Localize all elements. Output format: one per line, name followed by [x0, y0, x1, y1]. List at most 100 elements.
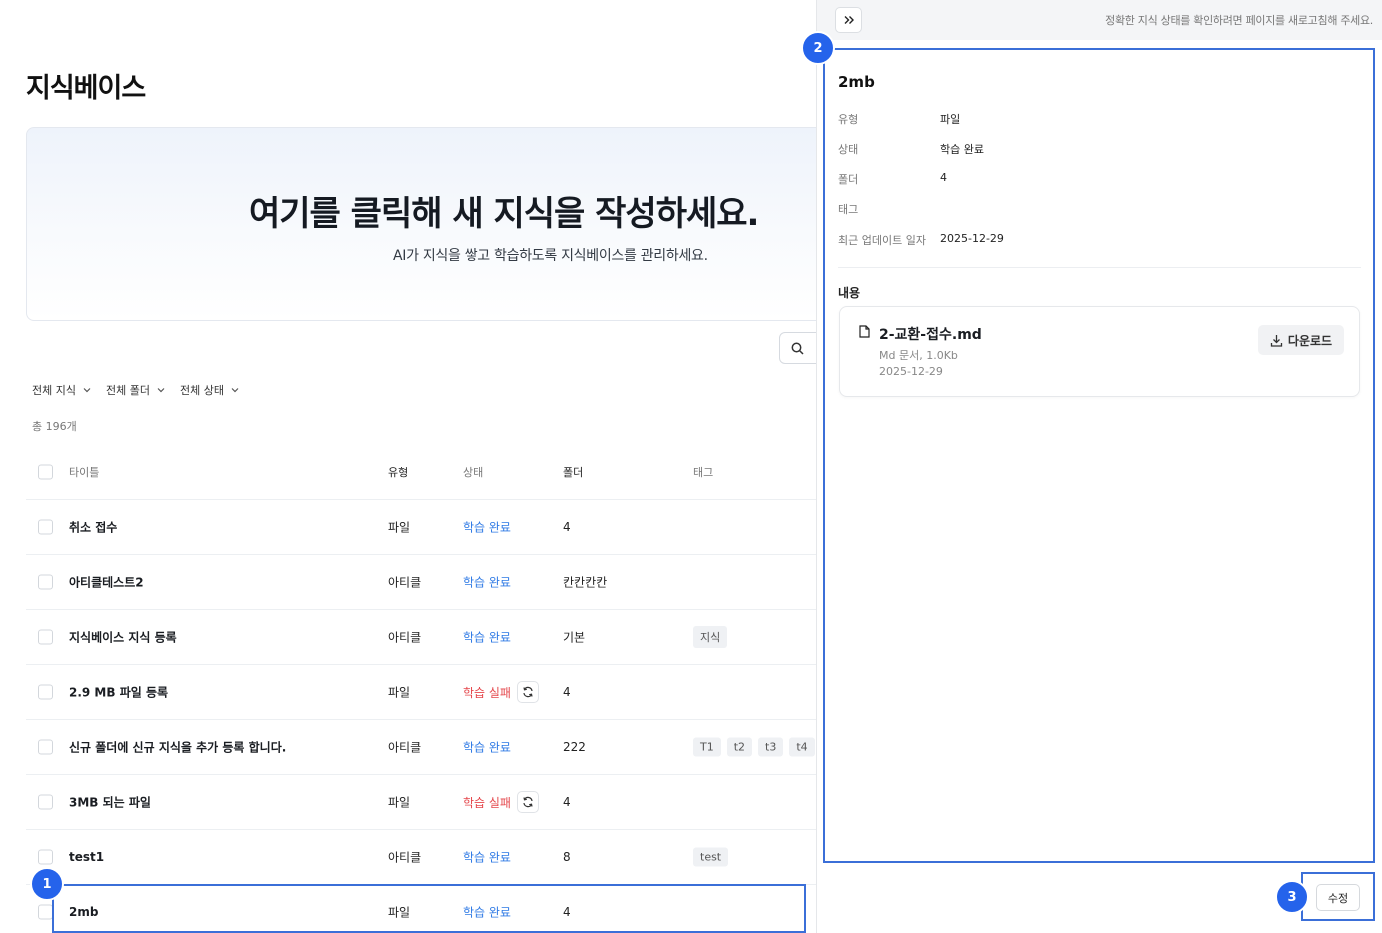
knowledge-table: 타이틀 유형 상태 폴더 태그 취소 접수 파일 학습 완료 4 아티클테스트2 아티클 학…	[26, 445, 816, 933]
file-meta: Md 문서, 1.0Kb	[879, 349, 958, 362]
tag-chip: t4	[789, 737, 815, 757]
content-label: 내용	[838, 286, 861, 300]
meta-folder-label: 폴더	[838, 173, 859, 186]
row-type: 파일	[388, 520, 411, 535]
collapse-panel-button[interactable]	[835, 7, 862, 33]
row-status: 학습 완료	[463, 574, 511, 591]
retry-button[interactable]	[516, 681, 539, 703]
row-title: 신규 폴더에 신규 지식을 추가 등록 합니다.	[69, 740, 287, 755]
row-status: 학습 완료	[463, 519, 511, 536]
status-text: 학습 완료	[463, 630, 511, 645]
refresh-icon	[523, 796, 533, 808]
filter-label: 전체 폴더	[105, 384, 150, 397]
row-folder: 8	[563, 850, 571, 864]
table-row[interactable]: 3MB 되는 파일 파일 학습 실패 4	[26, 775, 816, 830]
header-tags: 태그	[693, 466, 714, 479]
row-checkbox[interactable]	[38, 629, 53, 645]
detail-title: 2mb	[838, 73, 875, 91]
edit-button[interactable]: 수정	[1316, 884, 1360, 911]
row-status: 학습 실패	[463, 791, 539, 813]
row-title: test1	[69, 850, 105, 864]
step-marker-2: 2	[801, 31, 835, 65]
tag-chip: t3	[758, 737, 784, 757]
meta-folder-value: 4	[940, 171, 947, 184]
filter-label: 전체 지식	[32, 384, 76, 397]
header-type: 유형	[388, 466, 409, 479]
row-tags: test	[693, 847, 729, 867]
filter-label: 전체 상태	[179, 384, 224, 397]
download-icon	[1270, 334, 1283, 347]
meta-type-value: 파일	[940, 113, 961, 126]
download-button[interactable]: 다운로드	[1258, 325, 1344, 355]
meta-updated-value: 2025-12-29	[940, 232, 1004, 245]
table-row[interactable]: 신규 폴더에 신규 지식을 추가 등록 합니다. 아티클 학습 완료 222 T1 t2 t…	[26, 720, 816, 775]
knowledge-base-main: 지식베이스 여기를 클릭해 새 지식을 작성하세요. AI가 지식을 쌓고 학습…	[0, 0, 816, 933]
row-status: 학습 완료	[463, 629, 511, 646]
step-marker-3: 3	[1275, 880, 1309, 914]
row-folder: 4	[563, 905, 571, 919]
table-header: 타이틀 유형 상태 폴더 태그	[26, 445, 816, 500]
row-type: 아티클	[388, 575, 422, 590]
status-text: 학습 실패	[463, 795, 511, 810]
page-title: 지식베이스	[26, 73, 146, 104]
row-title: 지식베이스 지식 등록	[69, 630, 177, 645]
file-icon	[859, 325, 870, 338]
header-folder: 폴더	[563, 466, 584, 479]
table-row[interactable]: 아티클테스트2 아티클 학습 완료 칸칸칸칸	[26, 555, 816, 610]
row-folder: 4	[563, 520, 571, 534]
create-knowledge-banner[interactable]: 여기를 클릭해 새 지식을 작성하세요. AI가 지식을 쌓고 학습하도록 지식…	[26, 127, 816, 321]
filter-folder[interactable]: 전체 폴더	[106, 382, 166, 398]
row-folder: 4	[563, 795, 571, 809]
row-status: 학습 완료	[463, 904, 511, 921]
table-row[interactable]: 2mb 파일 학습 완료 4	[26, 885, 816, 933]
row-folder: 222	[563, 740, 586, 754]
status-text: 학습 실패	[463, 685, 511, 700]
banner-title: 여기를 클릭해 새 지식을 작성하세요.	[249, 194, 759, 234]
filter-knowledge[interactable]: 전체 지식	[32, 382, 92, 398]
table-row[interactable]: 지식베이스 지식 등록 아티클 학습 완료 기본 지식	[26, 610, 816, 665]
refresh-notice: 정확한 지식 상태를 확인하려면 페이지를 새로고침해 주세요.	[1105, 14, 1373, 27]
panel-toolbar: 정확한 지식 상태를 확인하려면 페이지를 새로고침해 주세요.	[817, 0, 1382, 40]
row-title: 아티클테스트2	[69, 575, 144, 590]
row-checkbox[interactable]	[38, 904, 53, 920]
meta-tags-label: 태그	[838, 203, 859, 216]
banner-subtitle: AI가 지식을 쌓고 학습하도록 지식베이스를 관리하세요.	[393, 248, 708, 264]
status-text: 학습 완료	[463, 575, 511, 590]
refresh-icon	[523, 686, 533, 698]
row-title: 2mb	[69, 905, 99, 919]
row-folder: 칸칸칸칸	[563, 575, 608, 590]
meta-status-value: 학습 완료	[940, 143, 984, 156]
row-type: 파일	[388, 795, 411, 810]
row-checkbox[interactable]	[38, 794, 53, 810]
select-all-checkbox[interactable]	[38, 464, 53, 480]
search-button[interactable]	[779, 332, 816, 364]
total-count: 총 196개	[32, 420, 77, 433]
status-text: 학습 완료	[463, 740, 511, 755]
table-row[interactable]: test1 아티클 학습 완료 8 test	[26, 830, 816, 885]
row-title: 2.9 MB 파일 등록	[69, 685, 169, 700]
table-row[interactable]: 2.9 MB 파일 등록 파일 학습 실패 4	[26, 665, 816, 720]
row-checkbox[interactable]	[38, 519, 53, 535]
row-type: 파일	[388, 685, 411, 700]
attached-file-card: 2-교환-접수.md Md 문서, 1.0Kb 2025-12-29 다운로드	[839, 306, 1360, 397]
meta-status-label: 상태	[838, 143, 859, 156]
file-name: 2-교환-접수.md	[879, 327, 982, 343]
row-tags: 지식	[693, 626, 728, 648]
row-title: 3MB 되는 파일	[69, 795, 151, 810]
row-checkbox[interactable]	[38, 739, 53, 755]
row-checkbox[interactable]	[38, 849, 53, 865]
filter-status[interactable]: 전체 상태	[180, 382, 240, 398]
chevron-down-icon	[83, 388, 91, 393]
chevron-down-icon	[231, 388, 239, 393]
row-checkbox[interactable]	[38, 574, 53, 590]
row-status: 학습 완료	[463, 739, 511, 756]
row-checkbox[interactable]	[38, 684, 53, 700]
row-title: 취소 접수	[69, 520, 118, 535]
table-row[interactable]: 취소 접수 파일 학습 완료 4	[26, 500, 816, 555]
header-status: 상태	[463, 466, 484, 479]
tag-chip: 지식	[693, 626, 728, 648]
row-status: 학습 실패	[463, 681, 539, 703]
filter-bar: 전체 지식 전체 폴더 전체 상태	[32, 382, 240, 398]
file-date: 2025-12-29	[879, 365, 943, 378]
retry-button[interactable]	[516, 791, 539, 813]
